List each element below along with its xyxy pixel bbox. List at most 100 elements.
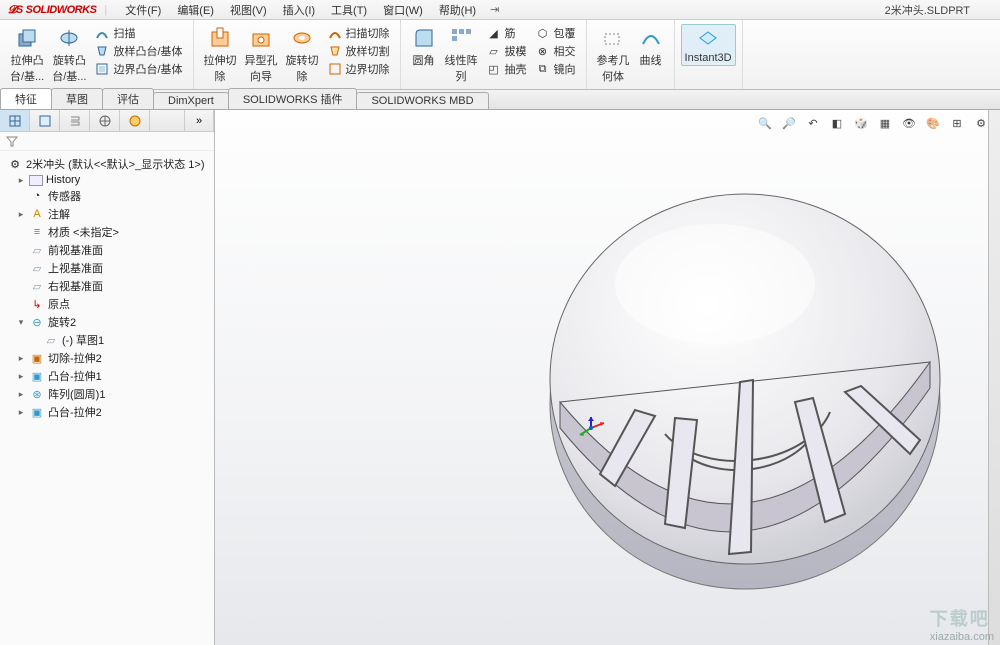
- sensor-icon: ◔: [29, 189, 45, 203]
- tree-top-plane[interactable]: ▱上视基准面: [2, 259, 212, 277]
- pin-icon[interactable]: ⇥: [490, 3, 499, 16]
- panel-tab-icons: »: [0, 110, 214, 132]
- revolve-boss-button[interactable]: 旋转凸 台/基...: [48, 24, 90, 86]
- cut-loft-icon: [327, 43, 343, 59]
- draft-button[interactable]: ▱拔模: [482, 42, 531, 60]
- menu-edit[interactable]: 编辑(E): [169, 0, 222, 20]
- tree-boss-extrude1[interactable]: ▸▣凸台-拉伸1: [2, 367, 212, 385]
- intersect-button[interactable]: ⊗相交: [531, 42, 580, 60]
- panel-expand-icon[interactable]: »: [184, 110, 214, 131]
- sketch-icon: ▱: [43, 333, 59, 347]
- tree-annotations[interactable]: ▸A注解: [2, 205, 212, 223]
- menu-view[interactable]: 视图(V): [222, 0, 275, 20]
- tree-sensors[interactable]: ◔传感器: [2, 187, 212, 205]
- tree-right-plane[interactable]: ▱右视基准面: [2, 277, 212, 295]
- previous-view-icon[interactable]: ↶: [804, 114, 822, 132]
- plane-icon: ▱: [29, 279, 45, 293]
- tab-mbd[interactable]: SOLIDWORKS MBD: [356, 92, 488, 109]
- tree-cut-extrude2[interactable]: ▸▣切除-拉伸2: [2, 349, 212, 367]
- cut-feature-icon: ▣: [29, 351, 45, 365]
- tab-addins[interactable]: SOLIDWORKS 插件: [228, 88, 358, 109]
- fillet-button[interactable]: 圆角: [407, 24, 441, 70]
- ref-geometry-button[interactable]: 参考几 何体: [593, 24, 634, 86]
- loft-icon: [94, 43, 110, 59]
- folder-icon: [29, 175, 43, 186]
- rib-button[interactable]: ◢筋: [482, 24, 531, 42]
- refgeom-icon: [601, 26, 625, 50]
- appearance-icon[interactable]: 🎨: [924, 114, 942, 132]
- boundary-button[interactable]: 边界凸台/基体: [90, 60, 186, 78]
- shell-button[interactable]: ◰抽壳: [482, 60, 531, 78]
- config-tab-icon[interactable]: [60, 110, 90, 131]
- zoom-fit-icon[interactable]: 🔍: [756, 114, 774, 132]
- cut-revolve-button[interactable]: 旋转切 除: [282, 24, 323, 86]
- boundary-icon: [94, 61, 110, 77]
- part-icon: ⚙: [7, 157, 23, 171]
- property-tab-icon[interactable]: [30, 110, 60, 131]
- tree-sketch1[interactable]: ▱(-) 草图1: [2, 331, 212, 349]
- menu-tools[interactable]: 工具(T): [323, 0, 375, 20]
- wrap-icon: ⬡: [535, 25, 551, 41]
- cut-extrude-button[interactable]: 拉伸切 除: [200, 24, 241, 86]
- command-tab-bar: 特征 草图 评估 DimXpert SOLIDWORKS 插件 SOLIDWOR…: [0, 90, 1000, 110]
- tree-boss-extrude2[interactable]: ▸▣凸台-拉伸2: [2, 403, 212, 421]
- display-style-icon[interactable]: ▦: [876, 114, 894, 132]
- tree-history[interactable]: ▸History: [2, 173, 212, 187]
- plane-icon: ▱: [29, 243, 45, 257]
- section-view-icon[interactable]: ◧: [828, 114, 846, 132]
- wrap-button[interactable]: ⬡包覆: [531, 24, 580, 42]
- cut-sweep-icon: [327, 25, 343, 41]
- task-pane-flyout[interactable]: [988, 110, 1000, 645]
- feature-manager-panel: » ⚙2米冲头 (默认<<默认>_显示状态 1>) ▸History ◔传感器 …: [0, 110, 215, 645]
- menu-help[interactable]: 帮助(H): [431, 0, 484, 20]
- watermark-text: 下载吧 xiazaiba.com: [930, 605, 994, 643]
- dimxpert-tab-icon[interactable]: [90, 110, 120, 131]
- fillet-icon: [412, 26, 436, 50]
- mirror-icon: ⧉: [535, 61, 551, 77]
- scene-icon[interactable]: ⊞: [948, 114, 966, 132]
- tree-circular-pattern1[interactable]: ▸⊛阵列(圆周)1: [2, 385, 212, 403]
- pattern-icon: [449, 26, 473, 50]
- feature-tree: ⚙2米冲头 (默认<<默认>_显示状态 1>) ▸History ◔传感器 ▸A…: [0, 151, 214, 645]
- cut-loft-button[interactable]: 放样切割: [323, 42, 394, 60]
- tree-origin[interactable]: ↳原点: [2, 295, 212, 313]
- extrude-boss-button[interactable]: 拉伸凸 台/基...: [6, 24, 48, 86]
- curves-button[interactable]: 曲线: [634, 24, 668, 70]
- menu-window[interactable]: 窗口(W): [375, 0, 431, 20]
- boss-feature-icon: ▣: [29, 369, 45, 383]
- tree-revolve2[interactable]: ▾⊖旋转2: [2, 313, 212, 331]
- feature-tree-tab-icon[interactable]: [0, 110, 30, 131]
- filter-icon: [6, 135, 18, 147]
- revolve-feature-icon: ⊖: [29, 315, 45, 329]
- linear-pattern-button[interactable]: 线性阵 列: [441, 24, 482, 86]
- hide-show-icon[interactable]: 👁: [900, 114, 918, 132]
- appearance-tab-icon[interactable]: [120, 110, 150, 131]
- tab-features[interactable]: 特征: [0, 88, 52, 109]
- tab-evaluate[interactable]: 评估: [102, 88, 154, 109]
- menu-separator: |: [104, 4, 107, 16]
- graphics-viewport[interactable]: 🔍 🔎 ↶ ◧ 🎲 ▦ 👁 🎨 ⊞ ⚙: [215, 110, 1000, 645]
- tree-root[interactable]: ⚙2米冲头 (默认<<默认>_显示状态 1>): [2, 155, 212, 173]
- loft-button[interactable]: 放样凸台/基体: [90, 42, 186, 60]
- sweep-button[interactable]: 扫描: [90, 24, 186, 42]
- title-bar: 𝓓S SOLIDWORKS | 文件(F) 编辑(E) 视图(V) 插入(I) …: [0, 0, 1000, 20]
- zoom-area-icon[interactable]: 🔎: [780, 114, 798, 132]
- tree-front-plane[interactable]: ▱前视基准面: [2, 241, 212, 259]
- plane-icon: ▱: [29, 261, 45, 275]
- menu-insert[interactable]: 插入(I): [275, 0, 323, 20]
- tab-sketch[interactable]: 草图: [51, 88, 103, 109]
- instant3d-button[interactable]: Instant3D: [681, 24, 736, 66]
- main-area: » ⚙2米冲头 (默认<<默认>_显示状态 1>) ▸History ◔传感器 …: [0, 110, 1000, 645]
- tree-material[interactable]: ≡材质 <未指定>: [2, 223, 212, 241]
- filter-row[interactable]: [0, 132, 214, 151]
- hole-wizard-button[interactable]: 异型孔 向导: [241, 24, 282, 86]
- shell-icon: ◰: [486, 61, 502, 77]
- cut-boundary-button[interactable]: 边界切除: [323, 60, 394, 78]
- mirror-button[interactable]: ⧉镜向: [531, 60, 580, 78]
- cut-sweep-button[interactable]: 扫描切除: [323, 24, 394, 42]
- view-orientation-icon[interactable]: 🎲: [852, 114, 870, 132]
- origin-icon: ↳: [29, 297, 45, 311]
- tab-dimxpert[interactable]: DimXpert: [153, 92, 229, 109]
- material-icon: ≡: [29, 225, 45, 239]
- menu-file[interactable]: 文件(F): [117, 0, 169, 20]
